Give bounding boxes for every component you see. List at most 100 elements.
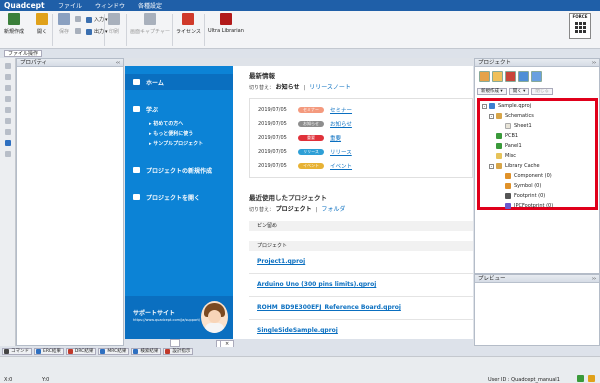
tool-icon[interactable] xyxy=(5,63,11,69)
tree-node-component[interactable]: Component (0) xyxy=(505,173,552,179)
new-icon xyxy=(8,13,20,25)
tool-icon[interactable] xyxy=(5,96,11,102)
edit-icon[interactable] xyxy=(577,375,584,382)
tool-icon[interactable] xyxy=(5,85,11,91)
menu-file[interactable]: ファイル xyxy=(58,1,82,10)
printer-icon xyxy=(108,13,120,25)
user-id: User ID : Quadcept_manual1 xyxy=(488,377,560,383)
ultra-librarian-button[interactable]: Ultra Librarian xyxy=(208,13,244,34)
menu-window[interactable]: ウィンドウ xyxy=(95,1,125,10)
support-title: サポートサイト xyxy=(133,310,176,317)
license-button[interactable]: ライセンス xyxy=(176,13,201,35)
project-link[interactable]: ROHM_BD9E300EFJ_Reference Board.qproj xyxy=(257,304,401,311)
collapse-toggle[interactable]: - xyxy=(482,103,487,109)
nav-new-project[interactable]: プロジェクトの新規作成 xyxy=(125,164,233,176)
menu-settings[interactable]: 各種設定 xyxy=(138,1,162,10)
document-tab-bar: スタートページ× xyxy=(125,339,473,383)
print-button[interactable]: 印刷 xyxy=(108,13,120,35)
tree-node-pcb[interactable]: PCB1 xyxy=(496,133,518,139)
recent-tab-project[interactable]: プロジェクト xyxy=(276,206,312,213)
tool-icon[interactable] xyxy=(5,151,11,157)
force-button[interactable]: FORCE xyxy=(569,13,591,39)
tool-icon[interactable] xyxy=(5,74,11,80)
open-folder-icon[interactable] xyxy=(479,71,490,82)
tree-node-library-cache[interactable]: - Library Cache xyxy=(489,163,540,169)
recent-switch: 切り替え： プロジェクト | フォルダ xyxy=(249,206,346,213)
project-link[interactable]: Arduino Uno (300 pins limits).qproj xyxy=(257,281,376,288)
tab-drc-result[interactable]: DRC結果 xyxy=(65,348,97,355)
nav-home[interactable]: ホーム xyxy=(125,74,233,90)
tool-icon[interactable] xyxy=(5,118,11,124)
tab-mrc-result[interactable]: MRC結果 xyxy=(98,348,130,355)
tool-icon[interactable] xyxy=(5,129,11,135)
paste-button[interactable] xyxy=(75,28,83,34)
project-open-button[interactable]: 開く ▾ xyxy=(508,87,530,95)
project-close-button[interactable]: 閉じる xyxy=(531,87,553,95)
support-site-banner[interactable]: サポートサイト https://www.quadcept.com/ja/supp… xyxy=(125,296,233,339)
layers-icon[interactable] xyxy=(492,71,503,82)
news-link[interactable]: イベント xyxy=(330,162,352,170)
news-link[interactable]: リリース xyxy=(330,148,352,156)
recent-tab-folder[interactable]: フォルダ xyxy=(321,206,345,213)
tree-node-misc[interactable]: Misc xyxy=(496,153,516,159)
home-icon xyxy=(133,79,140,85)
tree-node-project[interactable]: - Sample.qproj xyxy=(482,103,531,109)
database-icon[interactable] xyxy=(518,71,529,82)
project-new-button[interactable]: 新規作成 ▾ xyxy=(477,87,507,95)
news-link[interactable]: 重要 xyxy=(330,134,341,142)
project-icon xyxy=(489,103,495,109)
separator xyxy=(126,14,127,46)
tab-command[interactable]: コマンド xyxy=(2,348,32,355)
collapse-icon[interactable]: ›› xyxy=(592,59,596,67)
cursor-y: Y:0 xyxy=(42,377,50,383)
nav-learn-tips[interactable]: もっと便利に使う xyxy=(149,130,193,137)
open-button[interactable]: 開く xyxy=(36,13,48,35)
news-tab-notice[interactable]: お知らせ xyxy=(276,84,300,91)
folder-icon xyxy=(133,167,140,173)
tool-icon[interactable] xyxy=(5,107,11,113)
collapse-icon[interactable]: ‹‹ xyxy=(116,59,120,67)
table-row: SingleSideSample.qproj xyxy=(249,321,473,339)
tree-node-footprint[interactable]: Footprint (0) xyxy=(505,193,545,199)
news-link[interactable]: セミナー xyxy=(330,106,352,114)
list-item: 2019/07/05 リリース リリース xyxy=(258,148,352,156)
folder-icon xyxy=(36,13,48,25)
nav-learn-samples[interactable]: サンプルプロジェクト xyxy=(149,140,203,147)
project-link[interactable]: Project1.qproj xyxy=(257,258,305,265)
library-icon[interactable] xyxy=(505,71,516,82)
settings-icon[interactable] xyxy=(531,71,542,82)
tab-search-result[interactable]: 検索結果 xyxy=(131,348,162,355)
tab-file-operations[interactable]: ファイル操作 xyxy=(4,50,43,57)
left-toolbar xyxy=(0,58,16,346)
nav-learn-beginner[interactable]: 初めての方へ xyxy=(149,120,183,127)
copy-button[interactable] xyxy=(75,16,83,22)
tree-node-symbol[interactable]: Symbol (0) xyxy=(505,183,541,189)
news-link[interactable]: お知らせ xyxy=(330,120,352,128)
pinned-header[interactable]: ピン留め xyxy=(249,221,473,231)
tool-icon[interactable] xyxy=(5,140,11,146)
output-icon xyxy=(86,28,92,35)
collapse-icon[interactable]: ›› xyxy=(592,275,596,283)
collapse-toggle[interactable]: - xyxy=(489,113,494,119)
screen-capture-button[interactable]: 画面キャプチャー xyxy=(130,13,170,35)
collapse-toggle[interactable]: - xyxy=(489,163,494,169)
tree-node-ipc-footprint[interactable]: IPCFootprint (0) xyxy=(505,203,553,209)
project-link[interactable]: SingleSideSample.qproj xyxy=(257,327,338,334)
project-buttons: 新規作成 ▾ 開く ▾ 閉じる xyxy=(475,87,599,95)
nav-open-project[interactable]: プロジェクトを開く xyxy=(125,191,233,203)
start-page: ホーム 学ぶ 初めての方へ もっと便利に使う サンプルプロジェクト プロジェクト… xyxy=(125,66,473,339)
tree-node-schematics[interactable]: - Schematics xyxy=(489,113,534,119)
tab-start-page[interactable]: スタートページ× xyxy=(170,339,235,383)
tree-node-panel[interactable]: Panel1 xyxy=(496,143,522,149)
new-button[interactable]: 新規作成 xyxy=(4,13,24,35)
paste-icon xyxy=(75,28,81,34)
tab-design-instruction[interactable]: 設計指示 xyxy=(163,348,194,355)
ultra-librarian-icon xyxy=(219,13,232,25)
save-button[interactable]: 保存 xyxy=(58,13,70,35)
news-tab-release-notes[interactable]: リリースノート xyxy=(309,84,351,91)
folder-icon xyxy=(496,113,502,119)
tree-node-sheet[interactable]: Sheet1 xyxy=(505,123,532,129)
tab-erc-result[interactable]: ERC結果 xyxy=(34,348,64,355)
warning-icon[interactable] xyxy=(588,375,595,382)
nav-learn[interactable]: 学ぶ xyxy=(125,104,233,114)
